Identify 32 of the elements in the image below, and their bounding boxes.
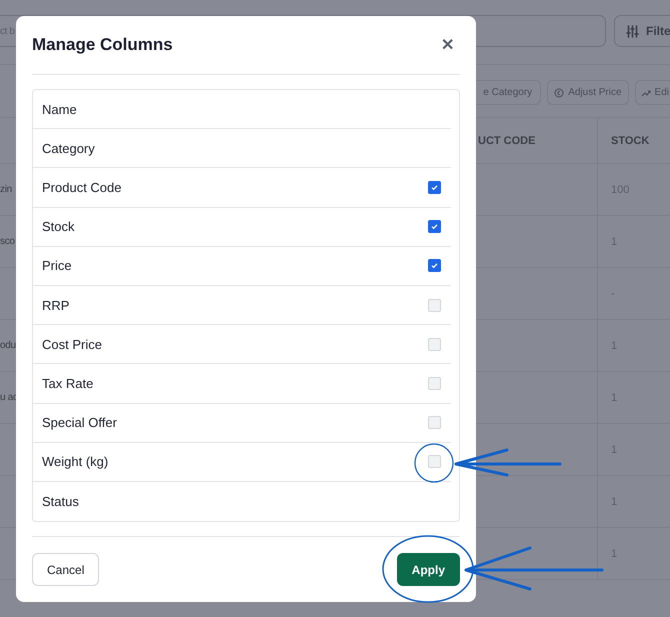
table-cell: zin xyxy=(0,184,12,195)
column-label: Status xyxy=(42,494,79,509)
checkbox[interactable] xyxy=(428,220,441,234)
column-label: Product Code xyxy=(42,180,122,195)
table-cell: - xyxy=(611,288,615,300)
column-label: Special Offer xyxy=(42,415,117,430)
column-label: Stock xyxy=(42,219,75,234)
close-button[interactable]: ✕ xyxy=(437,35,458,55)
column-header: STOCK xyxy=(610,134,650,148)
coin-icon xyxy=(554,88,564,98)
column-label: RRP xyxy=(42,298,70,313)
check-icon xyxy=(430,261,439,270)
toolbar-button[interactable]: Adjust Price xyxy=(547,80,629,105)
trend-icon xyxy=(640,88,651,98)
column-label: Price xyxy=(42,258,72,274)
column-label: Weight (kg) xyxy=(42,454,108,470)
column-label: Cost Price xyxy=(42,336,102,352)
check-icon xyxy=(430,182,439,192)
column-label: Name xyxy=(42,102,77,117)
checkbox[interactable] xyxy=(428,259,441,272)
table-cell: odu xyxy=(0,340,16,351)
toolbar-button[interactable]: Edi xyxy=(634,80,670,105)
cancel-button[interactable]: Cancel xyxy=(32,553,100,586)
column-label: Category xyxy=(42,140,95,156)
dialog-title: Manage Columns xyxy=(32,34,173,54)
filter-button[interactable]: Filte xyxy=(614,15,670,47)
checkbox[interactable] xyxy=(428,180,441,194)
apply-button[interactable]: Apply xyxy=(396,553,460,586)
sliders-icon xyxy=(626,24,639,38)
column-label: Tax Rate xyxy=(42,376,94,391)
check-icon xyxy=(430,222,439,232)
table-cell: sco xyxy=(0,236,15,247)
